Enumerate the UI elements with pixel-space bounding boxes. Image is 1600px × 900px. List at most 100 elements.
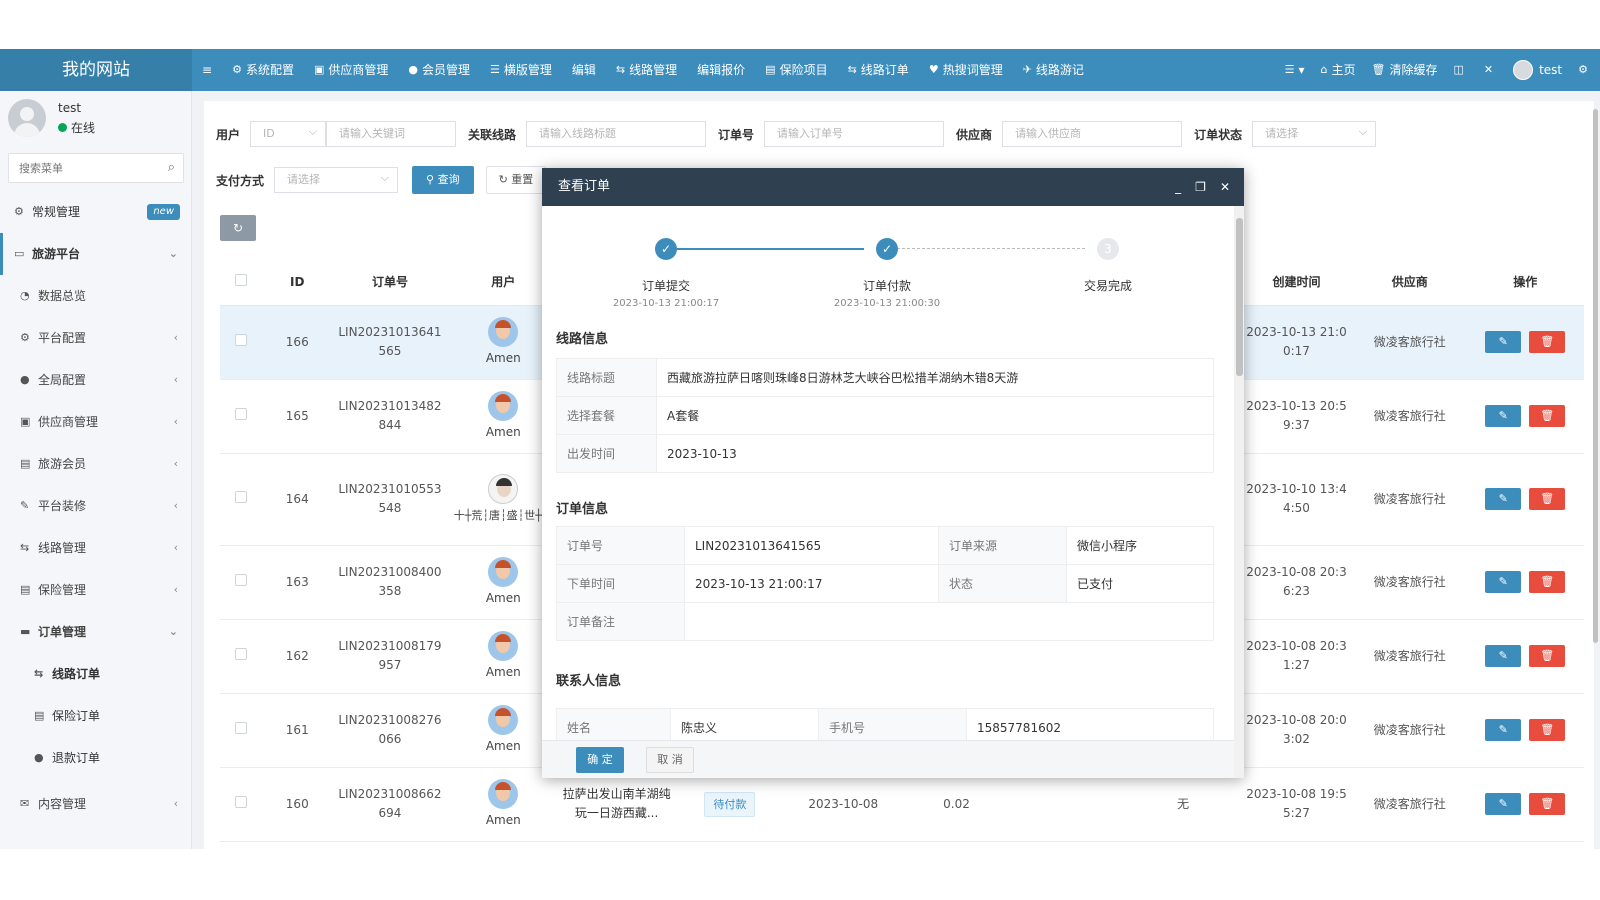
step-time: 2023-10-13 21:00:30 <box>833 298 941 309</box>
sidebar-item-general[interactable]: ⚙ 常规管理 new <box>0 191 192 233</box>
info-row: 选择套餐 A套餐 <box>556 396 1214 435</box>
row-checkbox[interactable] <box>234 795 247 808</box>
minimize-icon[interactable]: _ <box>1175 180 1181 194</box>
sidebar-item-content[interactable]: ✉ 内容管理 ‹ <box>0 783 192 825</box>
row-order-no: LIN20231010553 548 <box>333 453 447 546</box>
nav-edit[interactable]: 编辑 <box>562 49 606 91</box>
maximize-icon[interactable]: ❐ <box>1195 180 1206 194</box>
row-select-cell <box>220 619 262 694</box>
row-checkbox[interactable] <box>234 490 247 503</box>
order-status-select[interactable]: 请选择 <box>1252 120 1377 147</box>
sidebar-item-dashboard[interactable]: ◔ 数据总览 <box>0 275 192 317</box>
delete-button[interactable]: 🗑 <box>1529 719 1566 741</box>
site-logo[interactable]: 我的网站 <box>0 49 192 91</box>
sidebar-item-platform-config[interactable]: ⚙ 平台配置 ‹ <box>0 317 192 359</box>
edit-button[interactable]: ✎ <box>1485 405 1522 427</box>
sidebar-item-routes[interactable]: ⇆ 线路管理 ‹ <box>0 527 192 569</box>
nav-travel-notes[interactable]: ✈ 线路游记 <box>1013 49 1094 91</box>
list-icon: ☰ <box>490 63 500 76</box>
row-checkbox[interactable] <box>234 721 247 734</box>
chevron-left-icon: ‹ <box>173 541 178 554</box>
nav-hot-words[interactable]: ♥ 热搜词管理 <box>919 49 1013 91</box>
sidebar-item-decoration[interactable]: ✎ 平台装修 ‹ <box>0 485 192 527</box>
edit-button[interactable]: ✎ <box>1485 571 1522 593</box>
sidebar-item-members[interactable]: ▤ 旅游会员 ‹ <box>0 443 192 485</box>
confirm-button[interactable]: 确 定 <box>576 747 624 773</box>
delete-button[interactable]: 🗑 <box>1529 331 1566 353</box>
edit-button[interactable]: ✎ <box>1485 719 1522 741</box>
row-checkbox[interactable] <box>234 407 247 420</box>
reset-button[interactable]: ↻ 重置 <box>485 166 547 194</box>
dialog-scroll-thumb[interactable] <box>1236 218 1243 376</box>
edit-button[interactable]: ✎ <box>1485 331 1522 353</box>
user-status: 在线 <box>58 119 95 136</box>
delete-button[interactable]: 🗑 <box>1529 793 1566 815</box>
row-actions: ✎ 🗑 <box>1466 305 1584 380</box>
sidebar-item-insurance[interactable]: ▤ 保险管理 ‹ <box>0 569 192 611</box>
order-number-input[interactable]: 请输入订单号 <box>764 121 945 147</box>
table-row[interactable]: 160 LIN20231008662 694 Amen 拉萨出发山南羊湖纯玩一日… <box>220 767 1584 842</box>
col-header-order[interactable]: 订单号 <box>333 259 447 306</box>
user-field-select[interactable]: ID <box>250 120 327 147</box>
nav-route-manage[interactable]: ⇆ 线路管理 <box>606 49 687 91</box>
delete-button[interactable]: 🗑 <box>1529 571 1566 593</box>
row-order-no: LIN20231013482 844 <box>333 379 447 454</box>
col-header-id[interactable]: ID <box>261 259 334 306</box>
settings-button[interactable]: ⚙ <box>1570 49 1600 91</box>
sidebar-item-orders[interactable]: ▬ 订单管理 ⌄ <box>0 611 192 653</box>
user-menu[interactable]: test <box>1505 49 1570 91</box>
delete-button[interactable]: 🗑 <box>1529 405 1566 427</box>
nav-supplier-manage[interactable]: ▣ 供应商管理 <box>304 49 398 91</box>
sidebar-item-global-config[interactable]: ● 全局配置 ‹ <box>0 359 192 401</box>
sidebar-item-insurance-orders[interactable]: ▤ 保险订单 <box>0 695 192 737</box>
clear-cache-button[interactable]: 🗑 清除缓存 <box>1363 49 1445 91</box>
row-checkbox[interactable] <box>234 573 247 586</box>
home-link[interactable]: ⌂ 主页 <box>1312 49 1363 91</box>
menu-search-input[interactable] <box>9 154 149 182</box>
route-info-title: 线路信息 <box>556 332 609 347</box>
cancel-button[interactable]: 取 消 <box>646 747 694 773</box>
more-menu-button[interactable]: ☰ ▾ <box>1277 49 1313 91</box>
page-scrollbar[interactable] <box>1593 109 1598 643</box>
step-label: 交易完成 <box>1083 279 1132 293</box>
nav-route-orders[interactable]: ⇆ 线路订单 <box>838 49 919 91</box>
chevron-left-icon: ‹ <box>173 457 178 470</box>
refresh-table-button[interactable]: ↻ <box>220 215 256 241</box>
sidebar-item-supplier[interactable]: ▣ 供应商管理 ‹ <box>0 401 192 443</box>
row-supplier: 微凌客旅行社 <box>1353 693 1467 768</box>
col-header-supplier[interactable]: 供应商 <box>1353 259 1467 306</box>
sidebar-item-route-orders[interactable]: ⇆ 线路订单 <box>0 653 192 695</box>
sidebar-item-refund-orders[interactable]: ● 退款订单 <box>0 737 192 779</box>
row-checkbox[interactable] <box>234 333 247 346</box>
nav-layout-manage[interactable]: ☰ 横版管理 <box>480 49 562 91</box>
sidebar-item-travel-platform[interactable]: ▭ 旅游平台 ⌄ <box>0 233 192 275</box>
nav-system-config[interactable]: ⚙ 系统配置 <box>222 49 304 91</box>
row-checkbox[interactable] <box>234 647 247 660</box>
fullscreen-button[interactable]: ✕ <box>1476 49 1505 91</box>
delete-button[interactable]: 🗑 <box>1529 645 1566 667</box>
col-header-created[interactable]: 创建时间 <box>1239 259 1354 306</box>
user-keyword-input[interactable]: 请输入关键词 <box>326 121 457 147</box>
id-card-icon: ▤ <box>20 457 31 470</box>
nav-insurance[interactable]: ▤ 保险项目 <box>755 49 837 91</box>
top-navbar: 我的网站 ≡ ⚙ 系统配置 ▣ 供应商管理 ● 会员管理 ☰ 横版管理 编辑 ⇆ 线路管理… <box>0 49 1600 91</box>
delete-button[interactable]: 🗑 <box>1529 488 1566 510</box>
payment-method-select[interactable]: 请选择 <box>274 166 399 193</box>
menu-toggle-icon[interactable]: ≡ <box>192 49 222 91</box>
route-title-input[interactable]: 请输入线路标题 <box>526 121 707 147</box>
info-row: 下单时间 2023-10-13 21:00:17 状态 已支付 <box>556 564 1214 603</box>
close-icon[interactable]: ✕ <box>1220 180 1230 194</box>
nav-member-manage[interactable]: ● 会员管理 <box>398 49 480 91</box>
edit-button[interactable]: ✎ <box>1485 645 1522 667</box>
nav-edit-quote[interactable]: 编辑报价 <box>687 49 755 91</box>
search-icon[interactable]: ⌕ <box>168 160 175 175</box>
select-all-checkbox[interactable] <box>234 274 247 287</box>
lock-screen-button[interactable]: ◫ <box>1445 49 1475 91</box>
edit-button[interactable]: ✎ <box>1485 793 1522 815</box>
supplier-input[interactable]: 请输入供应商 <box>1002 121 1183 147</box>
edit-button[interactable]: ✎ <box>1485 488 1522 510</box>
dialog-title: 查看订单 <box>558 179 611 194</box>
query-button[interactable]: ⚲ 查询 <box>412 166 474 194</box>
select-all-cell <box>220 259 262 306</box>
dialog-scrollbar[interactable] <box>1234 206 1244 778</box>
